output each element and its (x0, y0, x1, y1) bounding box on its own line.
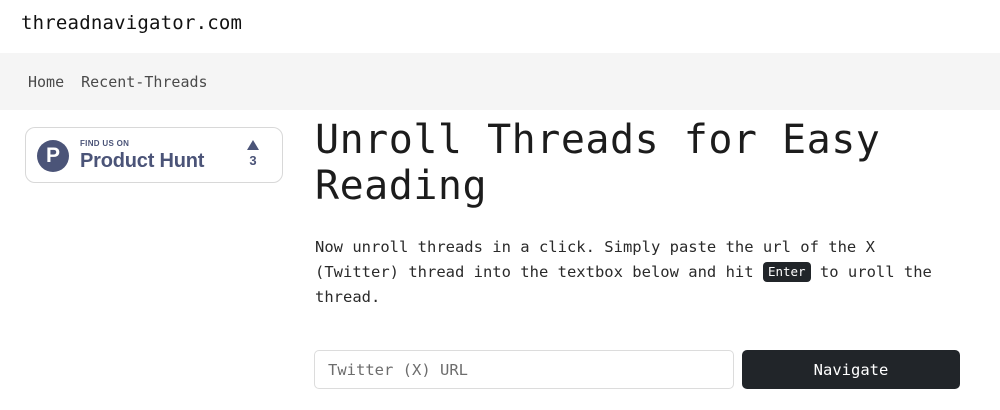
upvote-arrow-icon (247, 140, 259, 150)
twitter-url-input[interactable] (314, 350, 734, 389)
upvote-count: 3 (249, 153, 257, 168)
enter-key-badge: Enter (762, 262, 811, 282)
site-title[interactable]: threadnavigator.com (21, 12, 1000, 34)
site-header: threadnavigator.com (0, 0, 1000, 53)
product-hunt-badge[interactable]: P FIND US ON Product Hunt 3 (25, 127, 283, 183)
description: Now unroll threads in a click. Simply pa… (315, 235, 965, 310)
nav-link-home[interactable]: Home (28, 73, 64, 91)
navigate-button[interactable]: Navigate (742, 350, 960, 389)
nav-link-recent-threads[interactable]: Recent-Threads (81, 73, 207, 91)
product-hunt-votes: 3 (246, 138, 260, 168)
product-hunt-text: FIND US ON Product Hunt (80, 139, 204, 173)
main-content: Unroll Threads for Easy Reading Now unro… (315, 117, 965, 310)
navbar: Home Recent-Threads (0, 53, 1000, 110)
url-form: Navigate (314, 350, 961, 389)
product-hunt-logo-icon: P (37, 140, 69, 172)
product-hunt-small-text: FIND US ON (80, 139, 130, 148)
page-title: Unroll Threads for Easy Reading (315, 117, 881, 209)
product-hunt-name: Product Hunt (80, 150, 205, 172)
